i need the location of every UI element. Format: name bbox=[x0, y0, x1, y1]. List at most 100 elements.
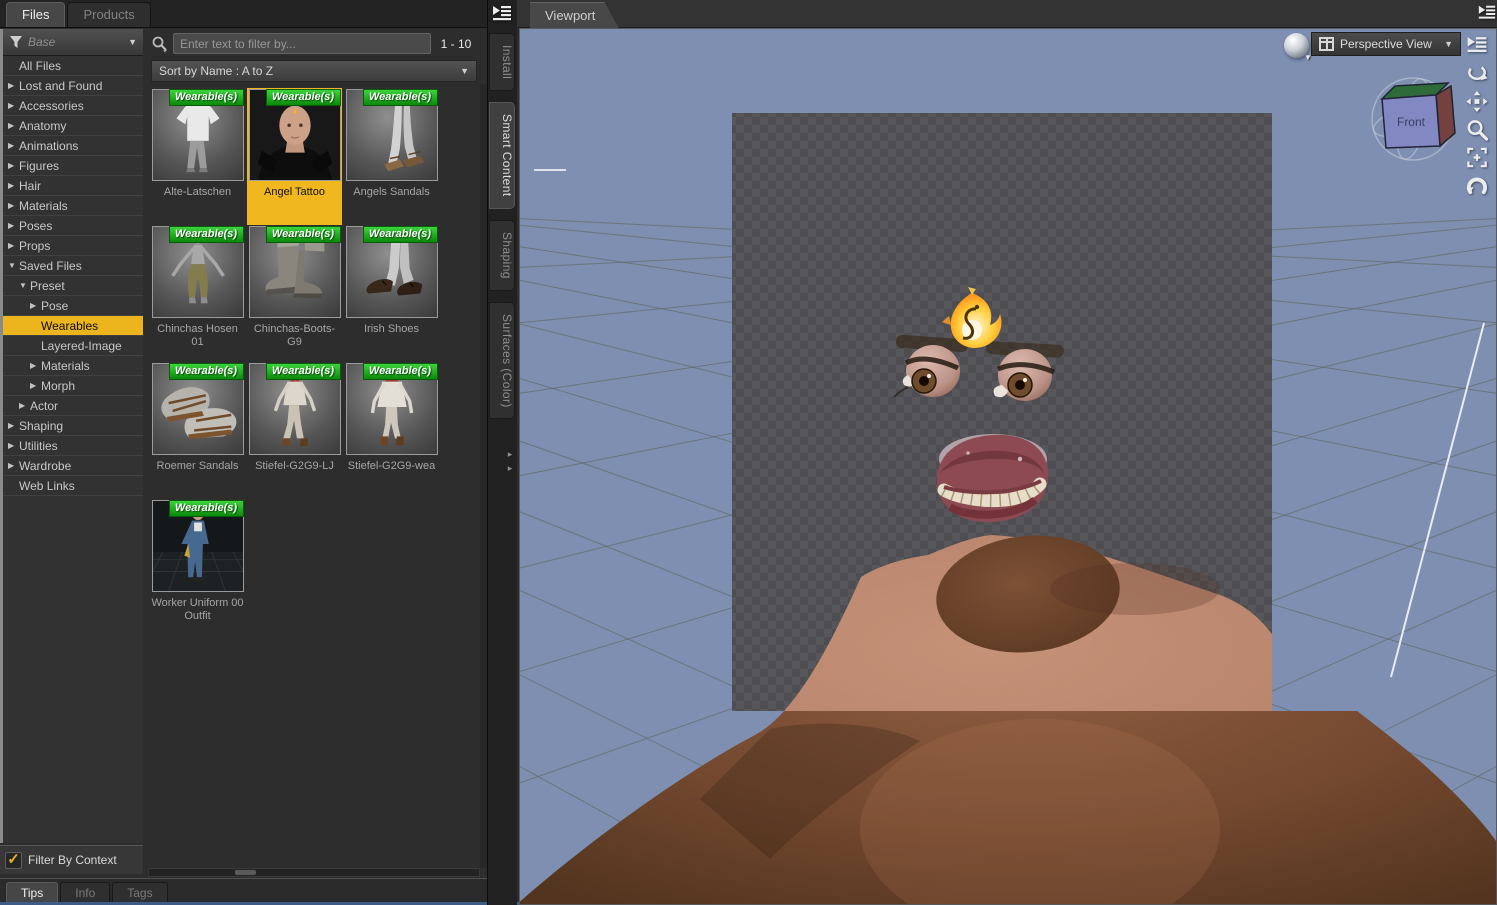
tree-expand-arrow[interactable]: ▼ bbox=[19, 281, 30, 290]
tree-item-lost-and-found[interactable]: ▶ Lost and Found bbox=[3, 76, 143, 96]
content-tree-panel: Base ▼ All Files ▶ Lost and Found ▶ Accessor… bbox=[0, 29, 143, 843]
tree-item-props[interactable]: ▶ Props bbox=[3, 236, 143, 256]
tree-expand-arrow[interactable]: ▶ bbox=[19, 401, 30, 410]
filter-by-context-row: ✓ Filter By Context bbox=[0, 845, 143, 874]
tree-expand-arrow[interactable]: ▶ bbox=[8, 441, 19, 450]
tree-item-layered-image[interactable]: Layered-Image bbox=[3, 336, 143, 356]
filter-by-context-checkbox[interactable]: ✓ bbox=[5, 851, 22, 869]
asset-label: Alte-Latschen bbox=[163, 186, 232, 198]
tree-item-wardrobe[interactable]: ▶ Wardrobe bbox=[3, 456, 143, 476]
tab-tags[interactable]: Tags bbox=[112, 882, 168, 903]
tree-expand-arrow[interactable]: ▼ bbox=[8, 261, 19, 270]
tree-item-anatomy[interactable]: ▶ Anatomy bbox=[3, 116, 143, 136]
pane-menu-icon[interactable] bbox=[490, 3, 514, 25]
sort-dropdown[interactable]: Sort by Name : A to Z ▼ bbox=[151, 60, 477, 82]
wearable-badge: Wearable(s) bbox=[362, 89, 438, 106]
tree-expand-arrow[interactable]: ▶ bbox=[8, 461, 19, 470]
tree-item-materials[interactable]: ▶ Materials bbox=[3, 356, 143, 376]
tree-item-preset[interactable]: ▼ Preset bbox=[3, 276, 143, 296]
tree-item-actor[interactable]: ▶ Actor bbox=[3, 396, 143, 416]
asset-label: Stiefel-G2G9-LJ bbox=[255, 460, 334, 472]
tree-expand-arrow[interactable]: ▶ bbox=[30, 381, 41, 390]
search-icon[interactable] bbox=[151, 35, 169, 53]
chevron-down-icon: ▼ bbox=[1444, 39, 1453, 49]
tree-expand-arrow[interactable]: ▶ bbox=[8, 141, 19, 150]
asset-card-chinchas-boots-g9[interactable]: Wearable(s) Chinchas-Boots-G9 bbox=[247, 225, 342, 362]
zoom-icon[interactable] bbox=[1465, 118, 1489, 141]
base-filter-dropdown[interactable]: Base ▼ bbox=[3, 29, 143, 56]
tree-item-morph[interactable]: ▶ Morph bbox=[3, 376, 143, 396]
tree-item-saved-files[interactable]: ▼ Saved Files bbox=[3, 256, 143, 276]
side-tab-shaping[interactable]: Shaping bbox=[489, 219, 515, 291]
pan-icon[interactable] bbox=[1465, 90, 1489, 113]
tree-expand-arrow[interactable]: ▶ bbox=[8, 241, 19, 250]
tree-item-animations[interactable]: ▶ Animations bbox=[3, 136, 143, 156]
search-row: 1 - 10 bbox=[148, 31, 480, 56]
tree-item-materials[interactable]: ▶ Materials bbox=[3, 196, 143, 216]
content-browser: 1 - 10 Sort by Name : A to Z ▼ Wearable(… bbox=[148, 29, 480, 867]
side-tab-surfaces-color[interactable]: Surfaces (Color) bbox=[489, 301, 515, 420]
asset-card-chinchas-hosen-01[interactable]: Wearable(s) Chinchas Hosen 01 bbox=[150, 225, 245, 362]
asset-thumbnail: Wearable(s) bbox=[151, 363, 244, 455]
side-tab-smart-content[interactable]: Smart Content bbox=[489, 102, 515, 209]
tab-viewport[interactable]: Viewport bbox=[530, 2, 619, 29]
tree-expand-arrow[interactable]: ▶ bbox=[8, 101, 19, 110]
tree-expand-arrow[interactable]: ▶ bbox=[8, 221, 19, 230]
tab-tips[interactable]: Tips bbox=[6, 882, 59, 903]
tree-expand-arrow[interactable]: ▶ bbox=[8, 181, 19, 190]
tree-item-accessories[interactable]: ▶ Accessories bbox=[3, 96, 143, 116]
view-cube-front-label: Front bbox=[1397, 115, 1426, 129]
tab-info[interactable]: Info bbox=[60, 882, 111, 903]
tree-expand-arrow[interactable]: ▶ bbox=[8, 421, 19, 430]
tree-expand-arrow[interactable]: ▶ bbox=[30, 301, 41, 310]
asset-card-worker-uniform-00-outfit[interactable]: Wearable(s) Worker Uniform 00 Outfit bbox=[150, 499, 245, 636]
content-library-tabbar: Files Products bbox=[0, 0, 487, 28]
scene-3d: Front bbox=[520, 29, 1496, 904]
wearable-badge: Wearable(s) bbox=[168, 500, 244, 517]
tree-item-utilities[interactable]: ▶ Utilities bbox=[3, 436, 143, 456]
pane-menu-icon[interactable] bbox=[1477, 2, 1497, 24]
viewport-canvas[interactable]: Front ▼ Perspective View ▼ bbox=[519, 28, 1497, 905]
asset-label: Chinchas-Boots-G9 bbox=[253, 323, 336, 348]
asset-label: Irish Shoes bbox=[363, 323, 420, 335]
pane-menu-icon[interactable] bbox=[1465, 34, 1489, 57]
sort-label: Sort by Name : A to Z bbox=[159, 64, 274, 78]
tree-item-figures[interactable]: ▶ Figures bbox=[3, 156, 143, 176]
asset-thumbnail: Wearable(s) bbox=[151, 89, 244, 181]
tree-expand-arrow[interactable]: ▶ bbox=[8, 81, 19, 90]
scrollbar-handle[interactable] bbox=[235, 870, 256, 875]
tree-item-poses[interactable]: ▶ Poses bbox=[3, 216, 143, 236]
asset-card-angel-tattoo[interactable]: Wearable(s) Angel Tattoo bbox=[247, 88, 342, 225]
side-tab-install[interactable]: Install bbox=[489, 33, 515, 92]
tree-item-web-links[interactable]: Web Links bbox=[3, 476, 143, 496]
asset-card-stiefel-g2g9-wea[interactable]: Wearable(s) Stiefel-G2G9-wea bbox=[344, 362, 439, 499]
asset-card-roemer-sandals[interactable]: Wearable(s) Roemer Sandals bbox=[150, 362, 245, 499]
asset-card-stiefel-g2g9-lj[interactable]: Wearable(s) Stiefel-G2G9-LJ bbox=[247, 362, 342, 499]
filter-text-input[interactable] bbox=[173, 33, 431, 54]
drawstyle-sphere-icon[interactable]: ▼ bbox=[1284, 33, 1312, 62]
vertical-scrollbar[interactable] bbox=[480, 84, 487, 868]
tree-item-hair[interactable]: ▶ Hair bbox=[3, 176, 143, 196]
tree-item-shaping[interactable]: ▶ Shaping bbox=[3, 416, 143, 436]
tree-expand-arrow[interactable]: ▶ bbox=[8, 121, 19, 130]
horizontal-scrollbar[interactable] bbox=[148, 868, 480, 877]
view-selector-dropdown[interactable]: Perspective View ▼ bbox=[1311, 32, 1461, 56]
asset-card-irish-shoes[interactable]: Wearable(s) Irish Shoes bbox=[344, 225, 439, 362]
tree-expand-arrow[interactable]: ▶ bbox=[8, 201, 19, 210]
viewport-tabbar: Viewport bbox=[517, 0, 1497, 28]
frame-icon[interactable] bbox=[1465, 146, 1489, 169]
panel-collapse-handle[interactable]: ▸ ▸ bbox=[505, 447, 515, 475]
asset-card-alte-latschen[interactable]: Wearable(s) Alte-Latschen bbox=[150, 88, 245, 225]
filter-dropdown-label: Base bbox=[28, 35, 56, 49]
tree-expand-arrow[interactable]: ▶ bbox=[30, 361, 41, 370]
asset-card-angels-sandals[interactable]: Wearable(s) Angels Sandals bbox=[344, 88, 439, 225]
tree-item-wearables[interactable]: Wearables bbox=[3, 316, 143, 336]
tab-products[interactable]: Products bbox=[67, 2, 151, 27]
tree-item-pose[interactable]: ▶ Pose bbox=[3, 296, 143, 316]
tree-expand-arrow[interactable]: ▶ bbox=[8, 161, 19, 170]
reset-camera-icon[interactable] bbox=[1465, 174, 1489, 197]
orbit-icon[interactable] bbox=[1465, 62, 1489, 85]
view-selector-label: Perspective View bbox=[1340, 37, 1432, 51]
tree-item-all-files[interactable]: All Files bbox=[3, 56, 143, 76]
tab-files[interactable]: Files bbox=[6, 2, 66, 27]
